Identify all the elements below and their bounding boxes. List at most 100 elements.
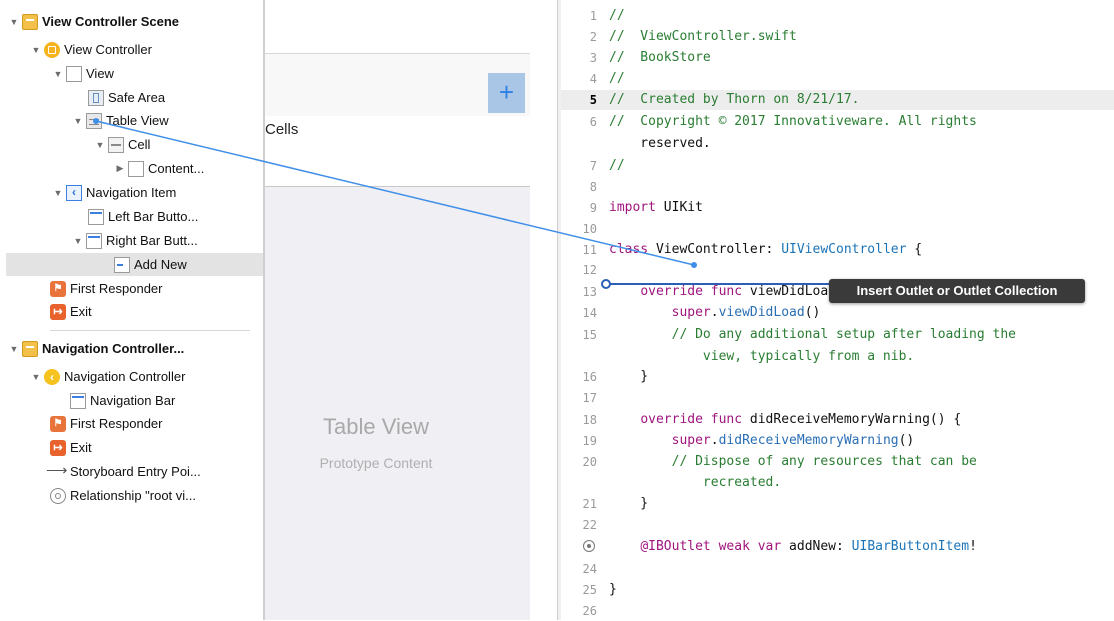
code-line[interactable]: 2 // ViewController.swift [561,27,1114,47]
outline-item-label: Navigation Item [86,185,177,200]
outline-item-label: View Controller Scene [42,14,180,29]
disclosure-triangle-icon[interactable]: ▼ [72,236,84,246]
outline-item-exit[interactable]: ↦ Exit [48,300,263,323]
code-text: // Copyright © 2017 Innovativeware. All … [609,114,977,129]
code-line[interactable]: 18 override func didReceiveMemoryWarning… [561,410,1114,430]
disclosure-triangle-icon[interactable]: ▼ [30,45,42,55]
line-number: 11 [582,243,597,257]
code-line[interactable]: 9 import UIKit [561,198,1114,218]
table-view-icon [86,112,102,129]
outline-item-label: Cell [128,137,151,152]
outline-item-storyboard-entry-point[interactable]: ⟶ Storyboard Entry Poi... [44,460,263,483]
outline-item-navigation-item[interactable]: ▼ ‹ Navigation Item [52,181,263,204]
outlet-connection-icon[interactable] [583,540,595,552]
disclosure-triangle-icon[interactable]: ▶ [114,163,126,174]
add-bar-button[interactable]: + [488,73,525,113]
scene-icon [22,13,38,30]
outline-item-label: Table View [106,113,169,128]
code-text: override func didReceiveMemoryWarning() … [640,412,962,427]
outline-item-view-controller-scene[interactable]: ▼ View Controller Scene [8,10,263,33]
code-line[interactable]: 5 // Created by Thorn on 8/21/17. [561,90,1114,110]
line-number: 5 [589,93,597,107]
code-line[interactable]: @IBOutlet weak var addNew: UIBarButtonIt… [561,537,1114,557]
line-number: 22 [582,518,597,532]
outline-item-view-controller[interactable]: ▼ View Controller [30,38,263,61]
code-line[interactable]: 24 [561,559,1114,579]
exit-icon: ↦ [50,303,66,320]
disclosure-triangle-icon[interactable]: ▼ [8,17,20,27]
disclosure-triangle-icon[interactable]: ▼ [72,116,84,126]
code-text: } [609,582,617,597]
code-text: class ViewController: UIViewController { [609,242,923,257]
outline-item-safe-area[interactable]: Safe Area [86,86,263,109]
outline-item-label: First Responder [70,416,163,431]
content-view-icon [128,160,144,177]
code-line[interactable]: 4 // [561,69,1114,89]
arrow-icon: ⟶ [46,461,68,479]
code-line[interactable]: 6 // Copyright © 2017 Innovativeware. All… [561,112,1114,132]
scene-icon [22,340,38,357]
outline-item-table-view[interactable]: ▼ Table View [72,109,263,132]
outline-item-relationship[interactable]: Relationship "root vi... [48,484,263,507]
outline-item-right-bar-button[interactable]: ▼ Right Bar Butt... [72,229,263,252]
code-line[interactable]: 17 [561,388,1114,408]
outline-item-view[interactable]: ▼ View [52,62,263,85]
code-line[interactable]: 22 [561,515,1114,535]
outline-item-first-responder[interactable]: ⚑ First Responder [48,412,263,435]
code-line[interactable]: 16 } [561,367,1114,387]
line-number: 25 [582,583,597,597]
line-number: 24 [582,562,597,576]
prototype-cell[interactable] [265,116,530,187]
line-number: 17 [582,391,597,405]
code-text: // Do any additional setup after loading… [671,327,1016,342]
code-text: // [609,71,625,86]
disclosure-triangle-icon[interactable]: ▼ [30,372,42,382]
code-line[interactable]: 21 } [561,494,1114,514]
code-line[interactable]: 20 // Dispose of any resources that can … [561,452,1114,472]
exit-icon: ↦ [50,439,66,456]
code-text: // Dispose of any resources that can be [671,454,977,469]
outline-item-left-bar-button[interactable]: Left Bar Butto... [86,205,263,228]
code-text: reserved. [609,136,711,151]
code-line[interactable]: 1 // [561,6,1114,26]
disclosure-triangle-icon[interactable]: ▼ [8,344,20,354]
outline-item-label: Exit [70,440,92,455]
code-line[interactable]: 12 [561,260,1114,280]
code-line[interactable]: 14 super.viewDidLoad() [561,303,1114,323]
line-number: 7 [589,159,597,173]
disclosure-triangle-icon[interactable]: ▼ [94,140,106,150]
code-line[interactable]: view, typically from a nib. [561,347,1114,367]
outline-item-navigation-controller-scene[interactable]: ▼ Navigation Controller... [8,337,263,360]
outline-item-navigation-controller[interactable]: ▼ ‹ Navigation Controller [30,365,263,388]
outline-item-navigation-bar[interactable]: Navigation Bar [68,389,263,412]
disclosure-triangle-icon[interactable]: ▼ [52,188,64,198]
insert-outlet-tooltip: Insert Outlet or Outlet Collection [829,279,1085,303]
code-line[interactable]: recreated. [561,473,1114,493]
code-text: // Created by Thorn on 8/21/17. [609,92,860,107]
table-view[interactable] [265,187,530,620]
code-line[interactable]: 3 // BookStore [561,48,1114,68]
outline-item-first-responder[interactable]: ⚑ First Responder [48,277,263,300]
code-line[interactable]: 8 [561,177,1114,197]
disclosure-triangle-icon[interactable]: ▼ [52,69,64,79]
code-line[interactable]: 26 [561,601,1114,621]
code-editor[interactable]: 1 // 2 // ViewController.swift 3 // BookStore… [561,0,1114,620]
code-line[interactable]: 7 // [561,156,1114,176]
code-line[interactable]: reserved. [561,134,1114,154]
code-line[interactable]: 15 // Do any additional setup after load… [561,325,1114,345]
outline-item-add-new[interactable]: Add New [6,253,263,276]
code-text: // [609,8,625,23]
code-line[interactable]: 10 [561,219,1114,239]
outline-item-label: View [86,66,114,81]
outline-item-label: Navigation Bar [90,393,176,408]
outline-item-cell[interactable]: ▼ Cell [94,133,263,156]
code-text: super.didReceiveMemoryWarning() [671,433,915,448]
code-line[interactable]: 19 super.didReceiveMemoryWarning() [561,431,1114,451]
code-line[interactable]: 25} [561,580,1114,600]
outline-item-content-view[interactable]: ▶ Content... [114,157,263,180]
code-line[interactable]: 11 class ViewController: UIViewController… [561,240,1114,260]
cells-header-label: Cells [265,121,299,138]
first-responder-icon: ⚑ [50,280,66,297]
outline-item-exit[interactable]: ↦ Exit [48,436,263,459]
line-number: 14 [582,306,597,320]
